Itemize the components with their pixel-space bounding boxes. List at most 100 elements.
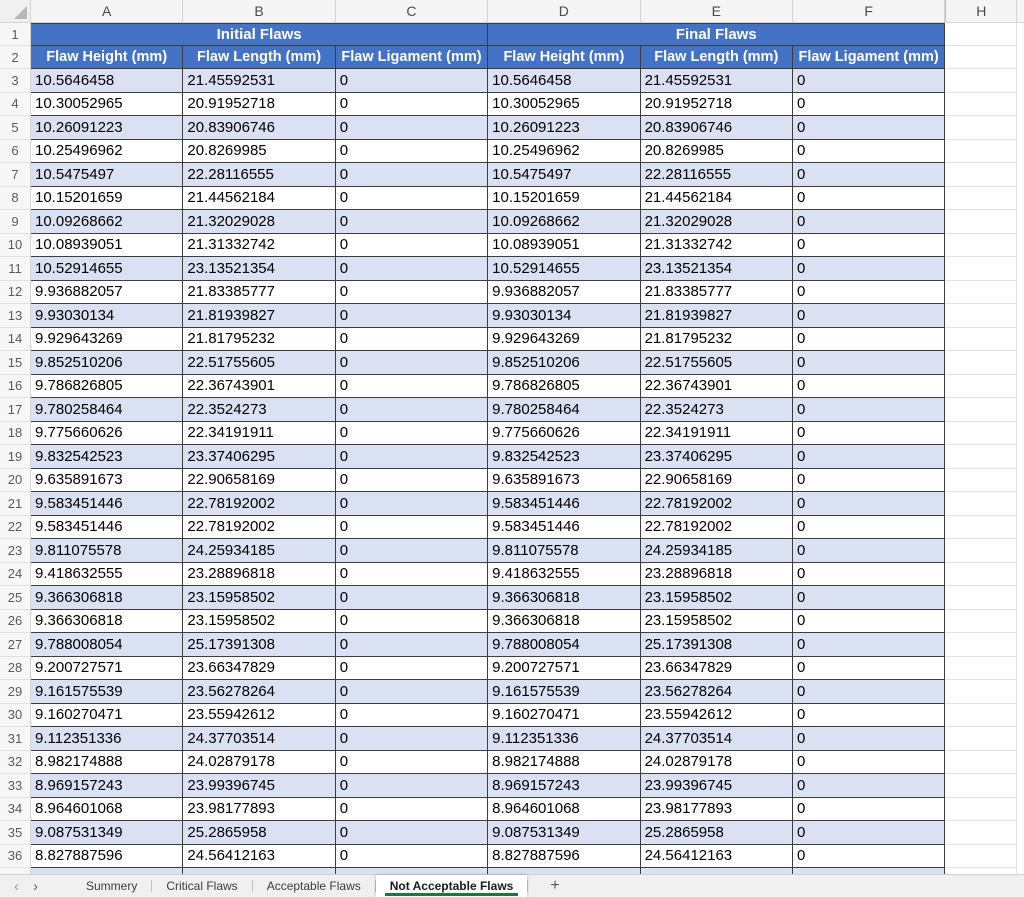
table-cell[interactable]: 9.583451446 bbox=[488, 492, 641, 516]
table-cell[interactable]: 9.200727571 bbox=[31, 656, 184, 680]
row-number[interactable]: 25 bbox=[0, 586, 31, 610]
empty-cell-h2[interactable] bbox=[945, 46, 1018, 69]
table-cell[interactable]: 9.786826805 bbox=[31, 374, 184, 398]
row-number[interactable]: 32 bbox=[0, 750, 31, 774]
table-cell[interactable]: 9.200727571 bbox=[488, 656, 641, 680]
table-cell[interactable]: 0 bbox=[335, 468, 489, 492]
table-cell[interactable]: 0 bbox=[792, 586, 946, 610]
table-cell[interactable]: 25.2865958 bbox=[640, 821, 793, 845]
empty-cell-h[interactable] bbox=[945, 139, 1018, 163]
empty-cell-h[interactable] bbox=[945, 233, 1018, 257]
table-cell[interactable]: 23.66347829 bbox=[183, 656, 336, 680]
table-cell[interactable]: 9.161575539 bbox=[488, 680, 641, 704]
table-cell[interactable]: 9.087531349 bbox=[31, 821, 184, 845]
table-cell[interactable]: 24.25934185 bbox=[183, 539, 336, 563]
empty-cell-h[interactable] bbox=[945, 69, 1018, 93]
table-cell[interactable]: 0 bbox=[335, 515, 489, 539]
row-number[interactable]: 16 bbox=[0, 374, 31, 398]
tab-summery[interactable]: Summery bbox=[72, 875, 151, 897]
empty-cell-h[interactable] bbox=[945, 116, 1018, 140]
select-all-corner[interactable] bbox=[0, 0, 31, 22]
empty-cell-h[interactable] bbox=[945, 703, 1018, 727]
group-header-initial-flaws[interactable]: Initial Flaws bbox=[31, 23, 489, 46]
column-header-b[interactable]: B bbox=[183, 0, 336, 22]
table-cell[interactable]: 21.81795232 bbox=[183, 327, 336, 351]
row-number[interactable]: 35 bbox=[0, 821, 31, 845]
row-number[interactable]: 21 bbox=[0, 492, 31, 516]
row-number[interactable]: 28 bbox=[0, 656, 31, 680]
table-cell[interactable]: 21.32029028 bbox=[183, 210, 336, 234]
row-number[interactable]: 34 bbox=[0, 797, 31, 821]
row-number[interactable]: 12 bbox=[0, 280, 31, 304]
table-cell[interactable]: 0 bbox=[792, 844, 946, 868]
table-cell[interactable]: 0 bbox=[792, 351, 946, 375]
table-cell[interactable]: 9.112351336 bbox=[488, 727, 641, 751]
table-cell[interactable]: 9.788008054 bbox=[31, 633, 184, 657]
column-header-e[interactable]: E bbox=[641, 0, 793, 22]
empty-cell-h[interactable] bbox=[945, 750, 1018, 774]
table-cell[interactable]: 23.15958502 bbox=[183, 609, 336, 633]
table-cell[interactable]: 23.99396745 bbox=[640, 774, 793, 798]
table-cell[interactable]: 0 bbox=[335, 703, 489, 727]
table-cell[interactable]: 8.969157243 bbox=[31, 774, 184, 798]
table-cell[interactable]: 10.52914655 bbox=[31, 257, 184, 281]
row-number-1[interactable]: 1 bbox=[0, 23, 31, 46]
table-cell[interactable]: 8.982174888 bbox=[31, 750, 184, 774]
empty-cell-h[interactable] bbox=[945, 680, 1018, 704]
table-cell[interactable]: 24.37703514 bbox=[183, 727, 336, 751]
tab-acceptable-flaws[interactable]: Acceptable Flaws bbox=[253, 875, 375, 897]
table-cell[interactable]: 24.56412163 bbox=[640, 844, 793, 868]
table-cell[interactable]: 9.93030134 bbox=[488, 304, 641, 328]
table-cell[interactable]: 22.36743901 bbox=[183, 374, 336, 398]
table-cell[interactable]: 8.982174888 bbox=[488, 750, 641, 774]
table-cell[interactable]: 10.5475497 bbox=[31, 163, 184, 187]
empty-cell-h[interactable] bbox=[945, 304, 1018, 328]
row-number[interactable]: 3 bbox=[0, 69, 31, 93]
table-cell[interactable]: 21.83385777 bbox=[640, 280, 793, 304]
table-cell[interactable]: 0 bbox=[335, 139, 489, 163]
row-number[interactable]: 8 bbox=[0, 186, 31, 210]
table-cell[interactable]: 10.08939051 bbox=[488, 233, 641, 257]
table-cell[interactable]: 0 bbox=[335, 116, 489, 140]
header-final-flaw-length[interactable]: Flaw Length (mm) bbox=[640, 46, 793, 69]
table-cell[interactable]: 23.28896818 bbox=[640, 562, 793, 586]
table-cell[interactable]: 9.583451446 bbox=[488, 515, 641, 539]
table-cell[interactable]: 9.780258464 bbox=[488, 398, 641, 422]
row-number[interactable]: 26 bbox=[0, 609, 31, 633]
table-cell[interactable]: 10.26091223 bbox=[31, 116, 184, 140]
table-cell[interactable]: 0 bbox=[335, 562, 489, 586]
column-header-h[interactable]: H bbox=[945, 0, 1018, 22]
table-cell[interactable]: 0 bbox=[335, 586, 489, 610]
table-cell[interactable]: 20.83906746 bbox=[183, 116, 336, 140]
table-cell[interactable]: 9.418632555 bbox=[31, 562, 184, 586]
table-cell[interactable]: 0 bbox=[792, 609, 946, 633]
table-cell[interactable]: 0 bbox=[792, 797, 946, 821]
table-cell[interactable]: 0 bbox=[792, 539, 946, 563]
row-number[interactable]: 19 bbox=[0, 445, 31, 469]
table-cell[interactable]: 0 bbox=[792, 633, 946, 657]
table-cell[interactable]: 23.66347829 bbox=[640, 656, 793, 680]
empty-cell-h[interactable] bbox=[945, 586, 1018, 610]
table-cell[interactable]: 22.78192002 bbox=[183, 492, 336, 516]
table-cell[interactable]: 0 bbox=[335, 727, 489, 751]
table-cell[interactable]: 9.93030134 bbox=[31, 304, 184, 328]
table-cell[interactable]: 9.929643269 bbox=[31, 327, 184, 351]
table-cell[interactable]: 23.99396745 bbox=[183, 774, 336, 798]
table-cell[interactable]: 22.28116555 bbox=[640, 163, 793, 187]
table-cell[interactable]: 9.811075578 bbox=[31, 539, 184, 563]
table-cell[interactable]: 8.827887596 bbox=[488, 844, 641, 868]
table-cell[interactable]: 25.2865958 bbox=[183, 821, 336, 845]
table-cell[interactable]: 23.56278264 bbox=[183, 680, 336, 704]
table-cell[interactable]: 22.28116555 bbox=[183, 163, 336, 187]
table-cell[interactable]: 23.15958502 bbox=[183, 586, 336, 610]
table-cell[interactable]: 10.5646458 bbox=[488, 69, 641, 93]
row-number[interactable]: 30 bbox=[0, 703, 31, 727]
table-cell[interactable]: 9.775660626 bbox=[31, 421, 184, 445]
table-cell[interactable]: 8.964601068 bbox=[488, 797, 641, 821]
table-cell[interactable]: 9.635891673 bbox=[31, 468, 184, 492]
table-cell[interactable]: 0 bbox=[335, 374, 489, 398]
header-initial-flaw-ligament[interactable]: Flaw Ligament (mm) bbox=[335, 46, 489, 69]
table-cell[interactable]: 0 bbox=[335, 210, 489, 234]
table-cell[interactable]: 21.45592531 bbox=[183, 69, 336, 93]
table-cell[interactable]: 0 bbox=[792, 139, 946, 163]
